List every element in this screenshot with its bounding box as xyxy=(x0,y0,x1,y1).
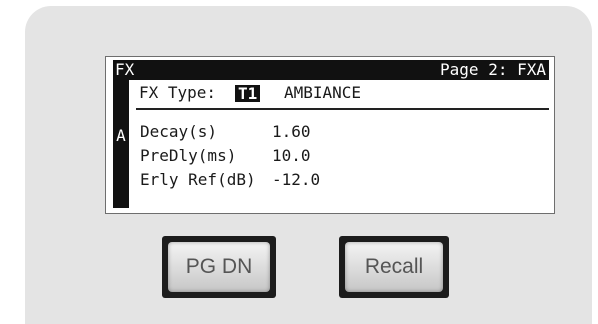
page-indicator: Page 2: FXA xyxy=(440,60,546,79)
side-bar-letter: A xyxy=(116,126,126,145)
side-bar: A xyxy=(113,80,129,208)
param-value: -12.0 xyxy=(272,170,321,189)
lcd-header-bar: FX Page 2: FXA xyxy=(113,60,549,80)
param-name: PreDly(ms) xyxy=(140,146,237,165)
control-panel: FX Page 2: FXA A FX Type: T1 AMBIANCE De… xyxy=(25,6,592,324)
divider xyxy=(136,108,549,110)
param-name: Decay(s) xyxy=(140,122,218,141)
header-title: FX xyxy=(115,60,135,79)
recall-button[interactable]: Recall xyxy=(345,242,443,292)
pg-dn-button[interactable]: PG DN xyxy=(168,242,270,292)
param-value: 1.60 xyxy=(272,122,311,141)
fx-type-name: AMBIANCE xyxy=(284,83,362,102)
param-name: Erly Ref(dB) xyxy=(140,170,256,189)
fx-type-label: FX Type: xyxy=(139,83,217,102)
fx-type-slot-badge: T1 xyxy=(235,85,261,102)
pg-dn-button-frame: PG DN xyxy=(162,236,276,298)
lcd-screen: FX Page 2: FXA A FX Type: T1 AMBIANCE De… xyxy=(105,56,555,214)
recall-button-frame: Recall xyxy=(339,236,449,298)
param-value: 10.0 xyxy=(272,146,311,165)
